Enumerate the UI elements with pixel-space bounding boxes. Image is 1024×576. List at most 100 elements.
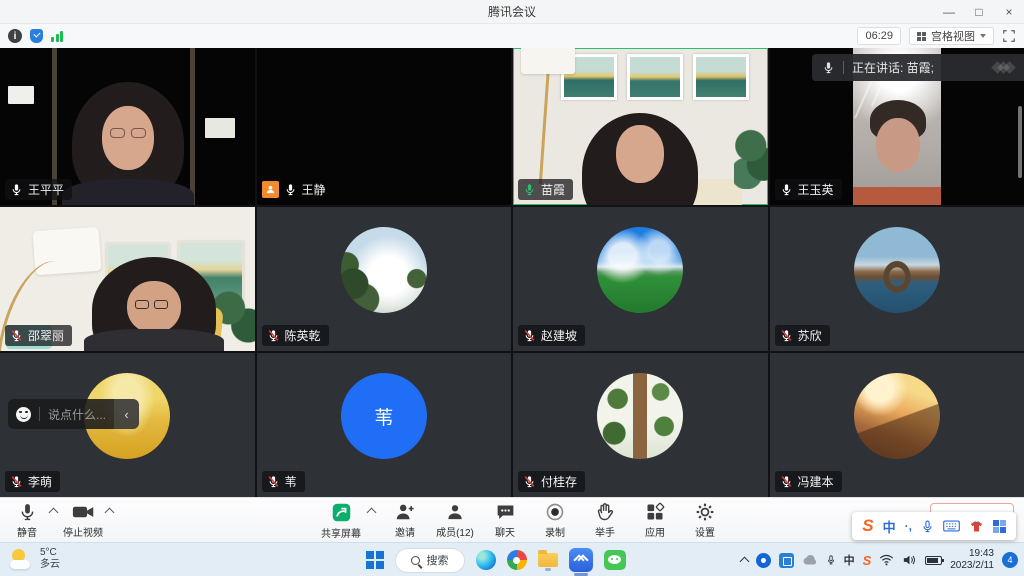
taskbar-browser-icon[interactable] bbox=[507, 550, 527, 570]
shelf-post bbox=[190, 48, 195, 205]
participant-name-chip: 苏欣 bbox=[775, 325, 830, 346]
chat-icon bbox=[495, 502, 516, 522]
settings-button[interactable]: 设置 bbox=[682, 498, 728, 543]
participant-tile-speaking[interactable]: 苗霞 bbox=[513, 48, 768, 205]
clock-date: 2023/2/11 bbox=[950, 560, 994, 572]
minimize-button[interactable]: — bbox=[934, 0, 964, 24]
tray-expand-chevron[interactable] bbox=[739, 557, 749, 567]
emoji-icon[interactable] bbox=[16, 407, 31, 422]
maximize-button[interactable]: □ bbox=[964, 0, 994, 24]
collapse-chat-button[interactable]: ‹ bbox=[114, 399, 139, 429]
ime-punctuation-toggle[interactable]: ·, bbox=[905, 519, 912, 533]
record-icon bbox=[545, 502, 565, 522]
participant-name: 冯建本 bbox=[798, 473, 834, 490]
glasses bbox=[110, 128, 125, 138]
tray-mic-icon[interactable] bbox=[826, 553, 836, 567]
fullscreen-icon[interactable] bbox=[1002, 29, 1016, 43]
search-label: 搜索 bbox=[427, 552, 449, 568]
start-button[interactable] bbox=[366, 551, 384, 569]
video-options-chevron[interactable] bbox=[105, 508, 115, 518]
participant-name-chip: 王平平 bbox=[5, 179, 72, 200]
tray-app-icon[interactable] bbox=[756, 553, 771, 568]
clock-time: 19:43 bbox=[969, 548, 994, 560]
battery-icon[interactable] bbox=[925, 556, 942, 565]
grid-view-icon bbox=[917, 32, 926, 41]
tray-sogou-icon[interactable]: S bbox=[863, 553, 872, 568]
raise-hand-button[interactable]: 举手 bbox=[582, 498, 628, 543]
divider bbox=[843, 61, 844, 74]
tray-app2-icon[interactable] bbox=[779, 553, 794, 568]
participant-name: 王平平 bbox=[28, 181, 64, 198]
close-button[interactable]: × bbox=[994, 0, 1024, 24]
participant-name: 苇 bbox=[285, 473, 297, 490]
ime-mode-toggle[interactable]: 中 bbox=[883, 517, 896, 536]
meeting-status-bar: i 06:29 宫格视图 bbox=[0, 24, 1024, 48]
notification-badge[interactable]: 4 bbox=[1002, 552, 1018, 568]
search-icon bbox=[411, 556, 420, 565]
participant-tile[interactable]: 冯建本 bbox=[770, 353, 1024, 497]
sogou-logo-icon[interactable]: S bbox=[862, 516, 873, 536]
participant-name: 苗霞 bbox=[541, 181, 565, 198]
members-button[interactable]: 成员(12) bbox=[432, 498, 478, 543]
wall-painting bbox=[627, 54, 683, 100]
volume-icon[interactable] bbox=[902, 554, 917, 566]
participant-tile[interactable]: 苇 苇 bbox=[257, 353, 512, 497]
participant-tile[interactable]: 苏欣 bbox=[770, 207, 1024, 351]
stop-video-button[interactable]: 停止视频 bbox=[60, 498, 106, 543]
ime-skin-icon[interactable] bbox=[969, 520, 984, 533]
share-options-chevron[interactable] bbox=[367, 508, 377, 518]
meeting-info-icon[interactable]: i bbox=[8, 29, 22, 43]
record-button[interactable]: 录制 bbox=[532, 498, 578, 543]
tray-ime-indicator[interactable]: 中 bbox=[844, 552, 855, 568]
participant-tile[interactable]: 说点什么... ‹ 李萌 bbox=[0, 353, 255, 497]
plant bbox=[734, 127, 768, 189]
lamp-stem bbox=[539, 64, 550, 184]
participant-tile[interactable]: 邵翠丽 bbox=[0, 207, 255, 351]
taskbar-wechat-icon[interactable] bbox=[604, 550, 626, 570]
quick-chat-input[interactable]: 说点什么... bbox=[48, 406, 106, 423]
participant-name-chip: 王玉英 bbox=[775, 179, 842, 200]
ime-menu-icon[interactable] bbox=[993, 520, 1006, 533]
avatar bbox=[597, 373, 683, 459]
glasses bbox=[131, 128, 146, 138]
participant-tile[interactable]: 付桂存 bbox=[513, 353, 768, 497]
ime-keyboard-icon[interactable] bbox=[943, 520, 960, 532]
participant-name-chip: 赵建坡 bbox=[518, 325, 585, 346]
mute-button[interactable]: 静音 bbox=[4, 498, 50, 543]
window-controls: — □ × bbox=[934, 0, 1024, 24]
raise-hand-icon bbox=[596, 502, 614, 522]
quick-chat-bar[interactable]: 说点什么... ‹ bbox=[8, 399, 139, 429]
network-signal-icon[interactable] bbox=[51, 30, 63, 42]
participant-tile[interactable]: 赵建坡 bbox=[513, 207, 768, 351]
camera-icon bbox=[72, 502, 95, 522]
invite-button[interactable]: 邀请 bbox=[382, 498, 428, 543]
invite-icon bbox=[394, 502, 416, 522]
tray-cloud-icon[interactable] bbox=[802, 555, 818, 566]
chat-button[interactable]: 聊天 bbox=[482, 498, 528, 543]
view-mode-selector[interactable]: 宫格视图 bbox=[909, 27, 994, 45]
taskbar-search[interactable]: 搜索 bbox=[395, 548, 465, 573]
participant-tile[interactable]: 王静 bbox=[257, 48, 512, 205]
speaking-text: 正在讲话: 苗霞; bbox=[852, 59, 934, 76]
weather-widget[interactable]: 5°C 多云 bbox=[10, 547, 60, 570]
participant-tile[interactable]: 陈英乾 bbox=[257, 207, 512, 351]
ime-voice-icon[interactable] bbox=[921, 519, 934, 534]
security-shield-icon[interactable] bbox=[30, 29, 43, 43]
grid-scrollbar[interactable] bbox=[1018, 106, 1022, 178]
taskbar-clock[interactable]: 19:43 2023/2/11 bbox=[950, 548, 994, 572]
taskbar-file-explorer-icon[interactable] bbox=[538, 553, 558, 567]
apps-button[interactable]: 应用 bbox=[632, 498, 678, 543]
mic-options-chevron[interactable] bbox=[49, 508, 59, 518]
wifi-icon[interactable] bbox=[879, 554, 894, 566]
wall-painting bbox=[693, 54, 749, 100]
mic-muted-icon bbox=[10, 475, 23, 488]
person-face bbox=[102, 106, 154, 170]
glasses bbox=[135, 300, 149, 309]
participant-tile[interactable]: 王平平 bbox=[0, 48, 255, 205]
taskbar-edge-icon[interactable] bbox=[476, 550, 496, 570]
share-screen-button[interactable]: 共享屏幕 bbox=[318, 498, 364, 543]
participant-name: 付桂存 bbox=[541, 473, 577, 490]
taskbar-meeting-app-icon[interactable] bbox=[569, 548, 593, 572]
participant-name: 邵翠丽 bbox=[28, 327, 64, 344]
share-screen-icon bbox=[331, 502, 352, 523]
